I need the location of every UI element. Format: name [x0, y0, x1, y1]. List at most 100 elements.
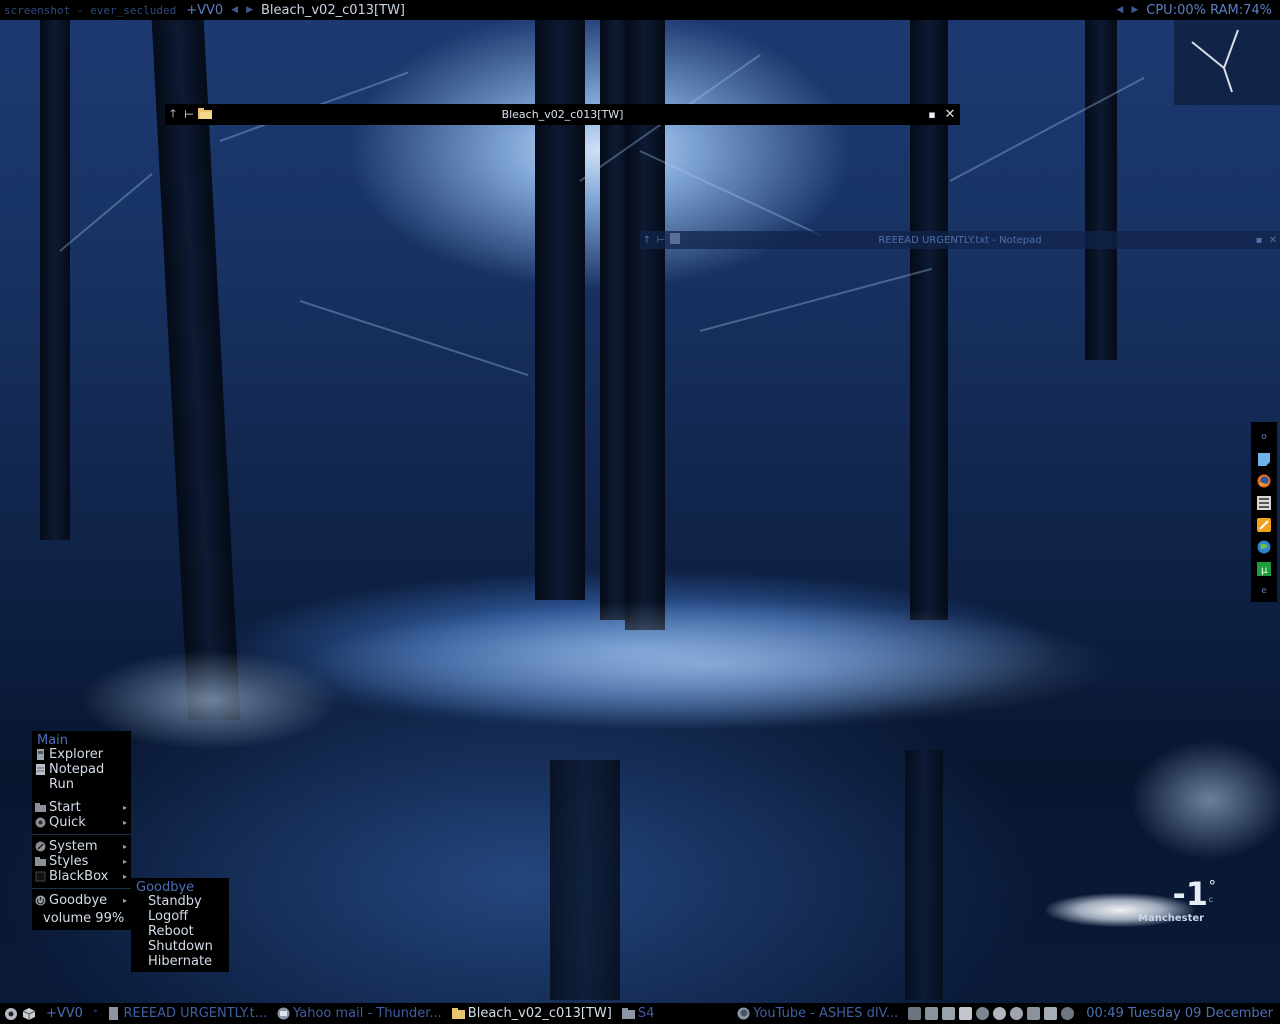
clock[interactable]: 00:49 Tuesday 09 December — [1078, 1006, 1280, 1021]
menu-item-shutdown[interactable]: Shutdown — [131, 939, 229, 954]
folder-icon — [451, 1008, 465, 1019]
menu-item-label: Reboot — [148, 924, 194, 939]
task-label: Bleach_v02_c013[TW] — [467, 1006, 612, 1021]
submenu-arrow-icon: ▸ — [122, 872, 127, 881]
workspace-prev-button[interactable]: ◀ — [231, 5, 238, 15]
submenu-arrow-icon: ▸ — [122, 818, 127, 827]
menu-item-system[interactable]: System ▸ — [32, 839, 131, 854]
menu-title: Main — [37, 733, 69, 748]
steam-icon[interactable] — [1061, 1007, 1075, 1020]
svg-text:µ: µ — [1261, 565, 1268, 576]
window-next-button[interactable]: ▶ — [1131, 5, 1138, 15]
menu-item-label: Shutdown — [148, 939, 213, 954]
task-s4[interactable]: S4 — [621, 1006, 655, 1021]
blackbox-icon — [35, 871, 46, 882]
weather-widget: -1 ° c Manchester — [1040, 875, 1240, 935]
menu-item-hibernate[interactable]: Hibernate — [131, 954, 229, 969]
monitor-icon[interactable] — [942, 1007, 956, 1020]
menu-item-goodbye[interactable]: Goodbye ▸ — [32, 893, 131, 908]
explorer-icon — [37, 749, 44, 760]
close-icon[interactable]: ✕ — [940, 107, 960, 122]
pencil-icon[interactable] — [1256, 517, 1272, 533]
y-logo-icon — [1191, 29, 1239, 93]
window-title: Bleach_v02_c013[TW] — [501, 108, 624, 121]
task-label: Yahoo mail - Thunder... — [293, 1006, 442, 1021]
volume-control[interactable]: volume 99% — [32, 911, 131, 926]
menu-item-styles[interactable]: Styles ▸ — [32, 854, 131, 869]
shield-icon[interactable] — [976, 1007, 990, 1020]
workspace-indicator[interactable]: +VV0 — [46, 1006, 83, 1021]
menu-item-label: Start — [49, 800, 81, 815]
branch — [639, 150, 822, 237]
menu-item-reboot[interactable]: Reboot — [131, 924, 229, 939]
display-icon[interactable] — [925, 1007, 939, 1020]
menu-item-label: Logoff — [148, 909, 189, 924]
submenu-arrow-icon: ▸ — [122, 803, 127, 812]
utorrent-icon[interactable]: µ — [1256, 561, 1272, 577]
media-icon[interactable] — [1256, 495, 1272, 511]
menu-item-label: Explorer — [49, 747, 104, 762]
messenger-icon[interactable] — [993, 1007, 1007, 1020]
workspace-indicator[interactable]: +VV0 — [186, 3, 223, 18]
tree-trunk — [40, 20, 70, 540]
task-label: S4 — [637, 1006, 655, 1021]
minimize-icon[interactable]: ▪ — [924, 108, 940, 121]
up-arrow-icon[interactable]: 🡑 — [165, 105, 181, 124]
note-icon[interactable] — [1256, 451, 1272, 467]
notepad-window-titlebar[interactable]: ↑ ⊢ REEEAD URGENTLY.txt - Notepad ▪ ✕ — [640, 231, 1280, 249]
menu-item-standby[interactable]: Standby — [131, 894, 229, 909]
menu-item-label: Hibernate — [148, 954, 213, 969]
folder-icon — [35, 803, 46, 812]
task-thunderbird[interactable]: Yahoo mail - Thunder... — [277, 1006, 442, 1021]
branch — [699, 267, 933, 332]
menu-item-blackbox[interactable]: BlackBox ▸ — [32, 869, 131, 884]
menu-item-start[interactable]: Start ▸ — [32, 800, 131, 815]
notepad-icon — [36, 764, 45, 775]
snow-bank — [1130, 740, 1280, 860]
menu-item-run[interactable]: Run — [32, 777, 131, 792]
taskbar: +VV0 ° REEEAD URGENTLY.t... Yahoo mail -… — [0, 1003, 1280, 1024]
bleach-window-titlebar[interactable]: 🡑 ⊢ Bleach_v02_c013[TW] ▪ ✕ — [165, 104, 960, 125]
task-notepad[interactable]: REEEAD URGENTLY.t... — [107, 1006, 267, 1021]
menu-item-quick[interactable]: Quick ▸ — [32, 815, 131, 830]
menu-item-notepad[interactable]: Notepad — [32, 762, 131, 777]
tree-trunk — [151, 20, 241, 720]
window-title: REEEAD URGENTLY.txt - Notepad — [878, 234, 1042, 246]
task-bleach[interactable]: Bleach_v02_c013[TW] — [451, 1006, 612, 1021]
submenu-arrow-icon: ▸ — [122, 842, 127, 851]
satellite-icon[interactable] — [1027, 1007, 1041, 1020]
task-youtube[interactable]: YouTube - ASHES dIV... — [737, 1006, 898, 1021]
power-icon — [35, 895, 46, 906]
pin-icon[interactable]: ⊢ — [181, 108, 197, 121]
temperature: -1 — [1172, 875, 1208, 913]
window-prev-button[interactable]: ◀ — [1116, 5, 1123, 15]
submenu-arrow-icon: ▸ — [122, 857, 127, 866]
system-stats: CPU:00% RAM:74% — [1146, 2, 1272, 18]
menu-separator — [32, 834, 131, 835]
folder-icon — [621, 1008, 635, 1019]
tree-trunk — [550, 760, 620, 1000]
settings-gear-icon[interactable] — [4, 1007, 18, 1021]
zip-icon[interactable] — [959, 1007, 973, 1020]
menu-item-logoff[interactable]: Logoff — [131, 909, 229, 924]
menu-item-label: Notepad — [49, 762, 105, 777]
firefox-icon[interactable] — [1256, 473, 1272, 489]
toolbar-label: screenshot - ever_secluded — [4, 3, 177, 17]
globe-icon[interactable] — [1256, 539, 1272, 555]
quicklaunch-dock: o µ e — [1251, 422, 1277, 602]
workspace-next-button[interactable]: ▶ — [246, 5, 253, 15]
firefox-icon — [737, 1007, 750, 1020]
menu-item-explorer[interactable]: Explorer — [32, 747, 131, 762]
cube-icon[interactable] — [22, 1007, 36, 1021]
active-window-title[interactable]: Bleach_v02_c013[TW] — [261, 3, 405, 18]
system-icon — [35, 841, 46, 852]
branch — [299, 300, 529, 377]
network-icon[interactable] — [908, 1007, 922, 1020]
globe-icon[interactable] — [1010, 1007, 1024, 1020]
volume-label: volume 99% — [43, 911, 125, 926]
task-label: YouTube - ASHES dIV... — [753, 1006, 899, 1021]
folder-icon[interactable] — [197, 107, 213, 122]
menu-item-label: Quick — [49, 815, 86, 830]
quick-icon — [35, 817, 46, 828]
speaker-icon[interactable] — [1044, 1007, 1058, 1020]
